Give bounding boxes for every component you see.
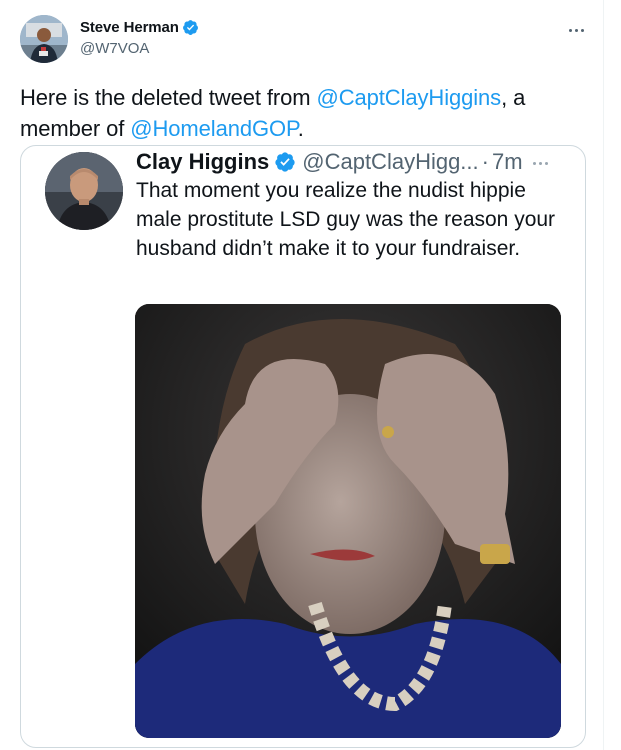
quoted-author-name[interactable]: Clay Higgins — [136, 148, 269, 176]
tweet-text-part: . — [297, 116, 304, 141]
verified-badge-icon — [182, 20, 198, 35]
quoted-author-avatar[interactable] — [45, 152, 123, 230]
quoted-tweet-text: That moment you realize the nudist hippi… — [136, 179, 556, 260]
quoted-more-icon[interactable] — [526, 159, 554, 167]
separator-dot: · — [481, 149, 489, 174]
author-avatar[interactable] — [20, 15, 68, 63]
quoted-timestamp[interactable]: 7m — [492, 148, 523, 176]
quoted-header: Clay Higgins @CaptClayHigg... · 7m — [136, 148, 523, 176]
tweet-card: Steve Herman @W7VOA Here is the deleted … — [0, 0, 604, 750]
photo-image — [135, 304, 561, 738]
quoted-tweet-photo[interactable] — [135, 304, 561, 738]
mention-link[interactable]: @HomelandGOP — [130, 116, 298, 141]
author-handle[interactable]: @W7VOA — [80, 40, 149, 57]
verified-badge-icon — [275, 152, 295, 172]
tweet-text: Here is the deleted tweet from @CaptClay… — [20, 82, 590, 144]
more-options-icon[interactable] — [558, 22, 594, 38]
author-name-text: Steve Herman — [80, 19, 179, 36]
mention-link[interactable]: @CaptClayHiggins — [317, 85, 502, 110]
quoted-author-handle[interactable]: @CaptClayHigg... — [302, 148, 478, 176]
tweet-text-part: Here is the deleted tweet from — [20, 85, 317, 110]
quoted-tweet[interactable]: Clay Higgins @CaptClayHigg... · 7m That … — [20, 145, 586, 748]
author-name[interactable]: Steve Herman — [80, 19, 199, 36]
